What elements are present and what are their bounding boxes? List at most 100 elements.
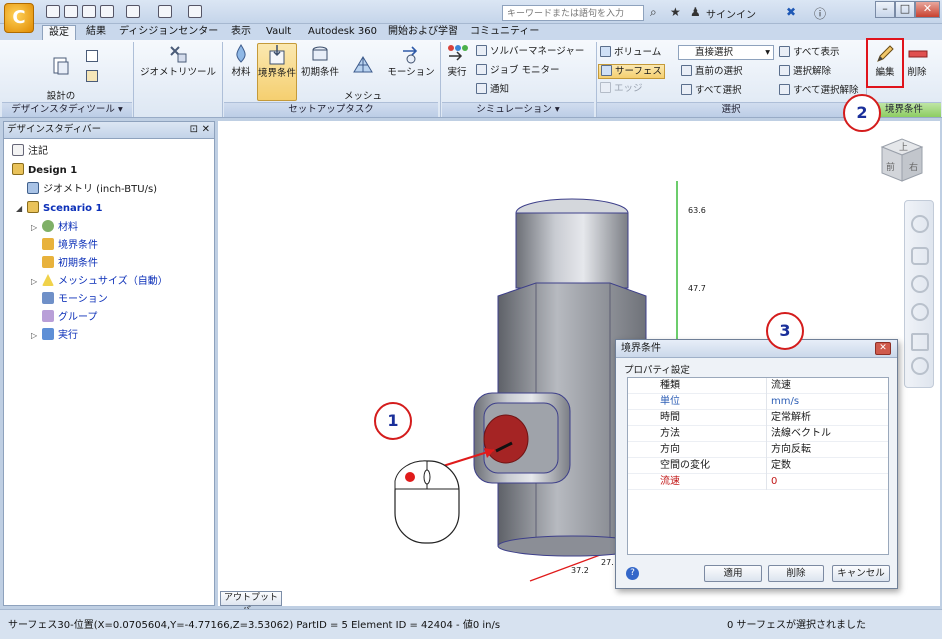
workspace-icon[interactable] bbox=[188, 5, 202, 18]
signin-link[interactable]: サインイン bbox=[706, 6, 756, 21]
show-all-button[interactable]: すべて表示 bbox=[779, 46, 839, 59]
dialog-close-button[interactable]: ✕ bbox=[875, 342, 891, 355]
material-button[interactable]: 材料 bbox=[227, 43, 255, 79]
expand-icon[interactable]: ▷ bbox=[31, 277, 37, 286]
tab-community[interactable]: コミュニティー bbox=[464, 25, 545, 40]
binoculars-icon[interactable]: ⌕ bbox=[650, 5, 657, 20]
open-icon[interactable] bbox=[64, 5, 78, 18]
geometry-tools-button[interactable]: ジオメトリツール bbox=[138, 43, 218, 79]
tree-item-material[interactable]: 材料 bbox=[42, 220, 78, 234]
zoom-icon[interactable] bbox=[911, 275, 929, 293]
select-volume-button[interactable]: ボリューム bbox=[600, 46, 661, 59]
property-row-type[interactable]: 種類 流速 bbox=[628, 378, 888, 394]
deselect-button[interactable]: 選択解除 bbox=[779, 65, 831, 78]
maximize-button[interactable]: □ bbox=[895, 1, 915, 18]
expand-icon[interactable]: ▷ bbox=[31, 331, 37, 340]
panel-design-study-tools[interactable]: デザインスタディツール ▾ bbox=[2, 102, 132, 117]
add-design-icon bbox=[53, 57, 69, 75]
tab-getting-started[interactable]: 開始および学習 bbox=[382, 25, 464, 40]
separator bbox=[133, 42, 134, 117]
initial-conditions-button[interactable]: 初期条件 bbox=[299, 43, 341, 79]
pin-icon[interactable]: ⊡ bbox=[190, 122, 198, 138]
tree-item-motion[interactable]: モーション bbox=[42, 292, 108, 306]
property-row-direction[interactable]: 方向 方向反転 bbox=[628, 442, 888, 458]
expand-icon[interactable]: ▷ bbox=[31, 223, 37, 232]
tree-item-notes[interactable]: 注記 bbox=[12, 144, 48, 158]
deselect-all-button[interactable]: すべて選択解除 bbox=[779, 84, 858, 97]
job-monitor-button[interactable]: ジョブ モニター bbox=[476, 64, 560, 77]
steering-wheel-icon[interactable] bbox=[911, 215, 929, 233]
tree-item-initial-conditions[interactable]: 初期条件 bbox=[42, 256, 98, 270]
tab-vault[interactable]: Vault bbox=[260, 25, 297, 40]
copy-icon[interactable] bbox=[86, 50, 98, 62]
tree-item-design[interactable]: Design 1 bbox=[12, 163, 77, 177]
separator bbox=[440, 42, 441, 117]
orbit-icon[interactable] bbox=[911, 303, 929, 321]
surface-icon bbox=[601, 65, 612, 76]
delete-button[interactable]: 削除 bbox=[768, 565, 824, 582]
tab-view[interactable]: 表示 bbox=[225, 25, 257, 40]
property-row-method[interactable]: 方法 法線ベクトル bbox=[628, 426, 888, 442]
property-settings-group: プロパティ設定 bbox=[624, 365, 690, 376]
app-logo[interactable]: C bbox=[4, 3, 34, 33]
close-panel-icon[interactable]: ✕ bbox=[202, 122, 210, 138]
save-icon[interactable] bbox=[82, 5, 96, 18]
help-icon[interactable]: ⓘ bbox=[814, 5, 826, 22]
redo-icon[interactable] bbox=[158, 5, 172, 18]
tree-item-run[interactable]: 実行 bbox=[42, 328, 78, 342]
select-all-button[interactable]: すべて選択 bbox=[681, 84, 741, 97]
callout-2: 2 bbox=[843, 94, 881, 132]
view-cube-front[interactable]: 前 bbox=[886, 160, 895, 173]
center-icon[interactable] bbox=[911, 357, 929, 375]
collapse-icon[interactable]: ◢ bbox=[16, 204, 22, 213]
property-table: 種類 流速 単位 mm/s 時間 定常解析 方法 法線ベクトル 方向 方向反転 空間の変化… bbox=[627, 377, 889, 555]
property-row-time[interactable]: 時間 定常解析 bbox=[628, 410, 888, 426]
boundary-conditions-button[interactable]: 境界条件 bbox=[257, 43, 297, 101]
tab-autodesk360[interactable]: Autodesk 360 bbox=[302, 25, 383, 40]
pan-hand-icon[interactable] bbox=[911, 247, 929, 265]
tree-item-scenario[interactable]: Scenario 1 bbox=[27, 201, 102, 215]
previous-selection-button[interactable]: 直前の選択 bbox=[681, 65, 743, 78]
output-bar-button[interactable]: アウトプットバー bbox=[220, 591, 282, 616]
look-at-icon[interactable] bbox=[911, 333, 929, 351]
view-cube-top[interactable]: 上 bbox=[899, 140, 908, 153]
star-icon[interactable]: ★ bbox=[670, 5, 681, 19]
search-input[interactable] bbox=[502, 5, 644, 21]
apply-button[interactable]: 適用 bbox=[704, 565, 762, 582]
exchange-icon[interactable]: ✖ bbox=[786, 5, 796, 19]
selection-mode-dropdown[interactable]: 直接選択 ▾ bbox=[678, 45, 774, 60]
notify-button[interactable]: 通知 bbox=[476, 83, 509, 96]
undo-icon[interactable] bbox=[126, 5, 140, 18]
tree-item-geometry[interactable]: ジオメトリ (inch-BTU/s) bbox=[27, 182, 157, 196]
show-all-icon bbox=[779, 46, 790, 57]
minimize-button[interactable]: – bbox=[875, 1, 895, 18]
help-icon[interactable]: ? bbox=[626, 567, 639, 580]
run-button[interactable]: 実行 bbox=[443, 43, 471, 79]
select-surface-button[interactable]: サーフェス bbox=[598, 64, 665, 79]
tab-decision-center[interactable]: ディシジョンセンター bbox=[113, 25, 224, 40]
panel-simulation[interactable]: シミュレーション ▾ bbox=[442, 102, 594, 117]
tab-results[interactable]: 結果 bbox=[80, 25, 112, 40]
status-bar: サーフェス30-位置(X=0.0705604,Y=-4.77166,Z=3.53… bbox=[0, 609, 942, 639]
save-all-icon[interactable] bbox=[100, 5, 114, 18]
select-all-icon bbox=[681, 84, 692, 95]
close-window-button[interactable]: ✕ bbox=[915, 1, 940, 18]
delete-boundary-button[interactable]: 削除 bbox=[903, 43, 931, 79]
design-study-bar-header: デザインスタディバー ⊡ ✕ bbox=[4, 122, 214, 139]
callout-3: 3 bbox=[766, 312, 804, 350]
cancel-button[interactable]: キャンセル bbox=[832, 565, 890, 582]
property-row-unit[interactable]: 単位 mm/s bbox=[628, 394, 888, 410]
motion-button[interactable]: モーション bbox=[385, 43, 437, 79]
tab-setup[interactable]: 設定 bbox=[42, 25, 76, 40]
solver-manager-button[interactable]: ソルバーマネージャー bbox=[476, 45, 584, 58]
property-row-spatial-variation[interactable]: 空間の変化 定数 bbox=[628, 458, 888, 474]
property-row-velocity[interactable]: 流速 0 bbox=[628, 474, 888, 490]
tree-item-mesh-size[interactable]: メッシュサイズ（自動） bbox=[42, 274, 168, 288]
tree-item-boundary-conditions[interactable]: 境界条件 bbox=[42, 238, 98, 252]
user-icon[interactable]: ♟ bbox=[690, 5, 701, 19]
tree-item-groups[interactable]: グループ bbox=[42, 310, 97, 324]
list-icon[interactable] bbox=[86, 70, 98, 82]
new-icon[interactable] bbox=[46, 5, 60, 18]
view-cube-right[interactable]: 右 bbox=[909, 160, 918, 173]
select-edge-button[interactable]: エッジ bbox=[600, 82, 643, 95]
